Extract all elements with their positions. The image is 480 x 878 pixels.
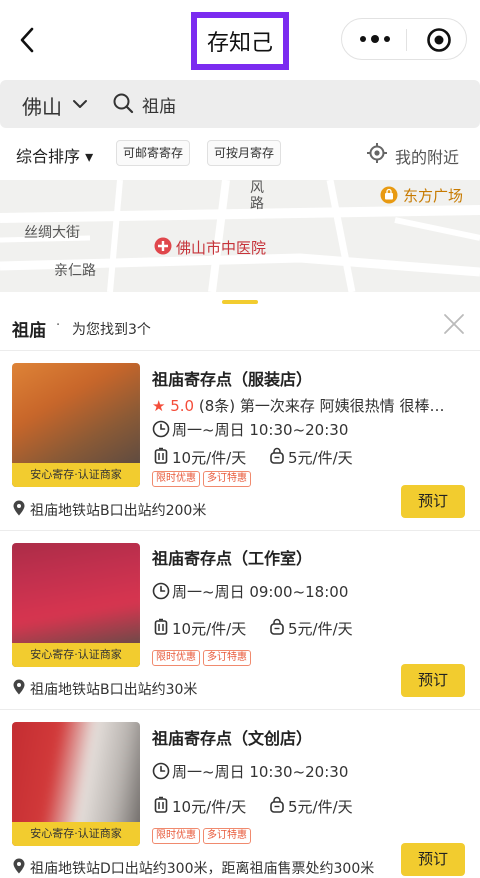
review-snippet: 第一次来存 阿姨很热情 很棒… [239,397,445,415]
back-arrow-icon[interactable] [14,24,42,56]
clock-icon [152,762,170,780]
more-options-icon[interactable] [358,29,392,49]
store-name[interactable]: 祖庙寄存点（文创店） [152,725,312,749]
close-icon[interactable] [442,312,466,336]
price-large-item: 10元/件/天 [172,620,247,638]
capsule-divider [406,29,407,51]
price-large-item: 10元/件/天 [172,798,247,816]
drag-handle[interactable] [222,300,258,304]
city-selector[interactable]: 佛山 [22,91,62,120]
bag-icon [270,618,284,635]
store-photo: 安心寄存·认证商家 [12,543,140,667]
sort-dropdown[interactable]: 综合排序 ▾ [16,143,93,167]
review-count: (8条) [198,397,236,415]
hospital-icon [154,237,172,255]
store-name[interactable]: 祖庙寄存点（工作室） [152,545,312,569]
divider [0,350,480,351]
price-small-item: 5元/件/天 [288,620,353,638]
map-poi-hospital[interactable]: 佛山市中医院 [176,237,266,258]
rating-row: ★ 5.0 (8条) 第一次来存 阿姨很热情 很棒… [152,395,470,416]
luggage-icon [154,618,168,635]
rating-score: 5.0 [170,397,195,415]
search-input[interactable] [142,90,442,118]
mini-program-capsule [341,18,467,60]
store-photo: 安心寄存·认证商家 [12,363,140,487]
bag-icon [270,796,284,813]
nearby-button[interactable]: 我的附近 [395,144,459,168]
clock-icon [152,582,170,600]
opening-hours: 周一~周日 10:30~20:30 [172,421,349,439]
store-photo: 安心寄存·认证商家 [12,722,140,846]
luggage-icon [154,447,168,464]
map-label-road: 亲仁路 [54,263,96,279]
location-pin-icon [13,679,25,695]
store-location: 祖庙地铁站B口出站约30米 [30,682,198,698]
map-label-vertical-road: 风路 [250,180,264,212]
results-separator: · [56,318,61,333]
map-view[interactable]: 丝绸大街 亲仁路 风路 佛山市中医院 东方广场 [0,180,480,292]
shopping-icon [380,186,398,204]
location-pin-icon [13,500,25,516]
book-button[interactable]: 预订 [401,664,465,697]
clock-icon [152,420,170,438]
top-bar: 存知己 [0,0,480,80]
map-label-street: 丝绸大街 [24,225,80,241]
map-poi-plaza[interactable]: 东方广场 [403,185,463,206]
price-small-item: 5元/件/天 [288,449,353,467]
verified-badge: 安心寄存·认证商家 [12,643,140,667]
close-program-icon[interactable] [426,27,452,53]
locate-icon[interactable] [366,142,388,164]
opening-hours: 周一~周日 10:30~20:30 [172,763,349,781]
divider [0,709,480,710]
promo-tag-multi: 多订特惠 [203,828,251,844]
verified-badge: 安心寄存·认证商家 [12,822,140,846]
search-icon [113,93,134,114]
store-location: 祖庙地铁站B口出站约200米 [30,503,207,519]
store-location: 祖庙地铁站D口出站约300米，距离祖庙售票处约300米 [30,861,375,877]
star-icon: ★ [152,397,166,415]
verified-badge: 安心寄存·认证商家 [12,463,140,487]
book-button[interactable]: 预订 [401,843,465,876]
opening-hours: 周一~周日 09:00~18:00 [172,583,349,601]
promo-tag-limited: 限时优惠 [152,650,200,666]
bag-icon [270,447,284,464]
promo-tag-limited: 限时优惠 [152,828,200,844]
results-count: 为您找到3个 [72,322,151,338]
page: 存知己 佛山 综合排序 ▾ 可邮寄寄存 可按月寄存 我的附近 [0,0,480,878]
filter-chip-mail-storage[interactable]: 可邮寄寄存 [116,140,191,166]
price-small-item: 5元/件/天 [288,798,353,816]
page-title: 存知己 [191,12,289,70]
results-keyword: 祖庙 [12,321,46,341]
luggage-icon [154,796,168,813]
store-name[interactable]: 祖庙寄存点（服装店） [152,366,312,390]
chevron-down-icon[interactable] [72,98,88,110]
book-button[interactable]: 预订 [401,485,465,518]
promo-tag-multi: 多订特惠 [203,471,251,487]
promo-tag-limited: 限时优惠 [152,471,200,487]
promo-tag-multi: 多订特惠 [203,650,251,666]
divider [0,530,480,531]
filter-chip-monthly-storage[interactable]: 可按月寄存 [207,140,282,166]
location-pin-icon [13,858,25,874]
price-large-item: 10元/件/天 [172,449,247,467]
